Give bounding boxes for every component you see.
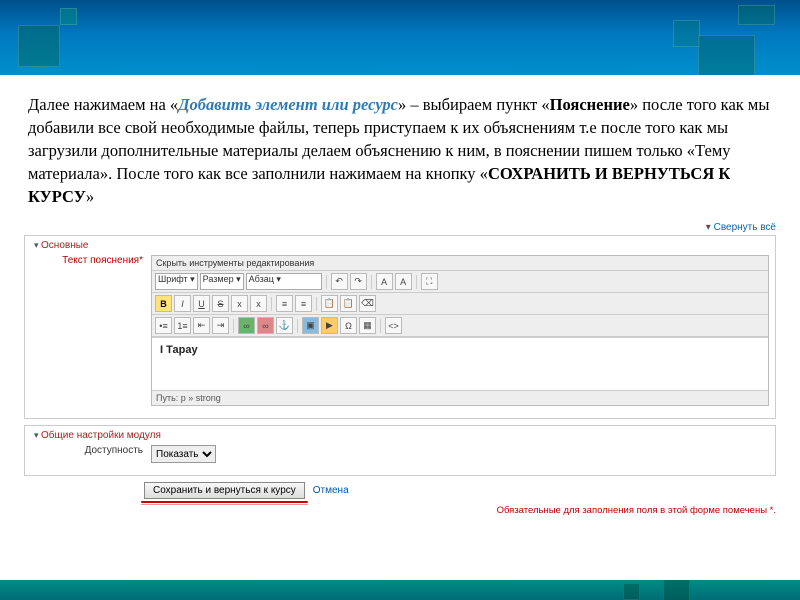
html-icon[interactable]: <>: [385, 317, 402, 334]
save-return-button[interactable]: Сохранить и вернуться к курсу: [144, 482, 305, 499]
superscript-icon[interactable]: x: [250, 295, 267, 312]
image-icon[interactable]: ▣: [302, 317, 319, 334]
bullet-list-icon[interactable]: •≡: [155, 317, 172, 334]
rich-text-editor: Скрыть инструменты редактирования Шрифт …: [151, 255, 769, 406]
anchor-icon[interactable]: ⚓: [276, 317, 293, 334]
font-size-select[interactable]: Размер ▾: [200, 273, 244, 290]
media-icon[interactable]: ▶: [321, 317, 338, 334]
cancel-link[interactable]: Отмена: [313, 485, 349, 496]
indent-icon[interactable]: ⇥: [212, 317, 229, 334]
table-icon[interactable]: ▦: [359, 317, 376, 334]
underline-icon[interactable]: U: [193, 295, 210, 312]
availability-select[interactable]: Показать: [151, 445, 216, 463]
label-explanation-text: Текст пояснения*: [33, 255, 151, 266]
fieldset-module-settings: Общие настройки модуля Доступность Показ…: [24, 425, 776, 476]
editor-path: Путь: p » strong: [152, 391, 768, 405]
editor-toolbar-row-1: Шрифт ▾ Размер ▾ Абзац ▾ ↶ ↷ A A ⛶: [152, 271, 768, 293]
fullscreen-icon[interactable]: ⛶: [421, 273, 438, 290]
paste-text-icon[interactable]: 📋: [340, 295, 357, 312]
editor-content-area[interactable]: І Тарау: [152, 337, 768, 391]
format-select[interactable]: Абзац ▾: [246, 273, 322, 290]
text: Далее нажимаем на «: [28, 95, 178, 114]
text: » – выбираем пункт «: [398, 95, 550, 114]
form-buttons: Сохранить и вернуться к курсу Отмена: [144, 482, 776, 499]
undo-icon[interactable]: ↶: [331, 273, 348, 290]
bold-icon[interactable]: B: [155, 295, 172, 312]
align-center-icon[interactable]: ≡: [295, 295, 312, 312]
italic-icon[interactable]: I: [174, 295, 191, 312]
legend-module[interactable]: Общие настройки модуля: [31, 430, 164, 441]
instruction-paragraph: Далее нажимаем на «Добавить элемент или …: [0, 75, 800, 218]
collapse-all-link[interactable]: Свернуть всё: [24, 222, 776, 233]
clear-format-icon[interactable]: ⌫: [359, 295, 376, 312]
find-icon[interactable]: A: [376, 273, 393, 290]
font-family-select[interactable]: Шрифт ▾: [155, 273, 198, 290]
label-availability: Доступность: [33, 445, 151, 456]
required-fields-note: Обязательные для заполнения поля в этой …: [24, 505, 776, 516]
replace-icon[interactable]: A: [395, 273, 412, 290]
number-list-icon[interactable]: 1≡: [174, 317, 191, 334]
link-icon[interactable]: ∞: [238, 317, 255, 334]
text: »: [86, 187, 94, 206]
red-underline-annotation: [141, 501, 308, 503]
slide-header-banner: [0, 0, 800, 75]
paste-icon[interactable]: 📋: [321, 295, 338, 312]
slide-footer-banner: [0, 580, 800, 600]
redo-icon[interactable]: ↷: [350, 273, 367, 290]
strike-icon[interactable]: S: [212, 295, 229, 312]
outdent-icon[interactable]: ⇤: [193, 317, 210, 334]
subscript-icon[interactable]: x: [231, 295, 248, 312]
unlink-icon[interactable]: ∞: [257, 317, 274, 334]
fieldset-main: Основные Текст пояснения* Скрыть инструм…: [24, 235, 776, 419]
legend-main[interactable]: Основные: [31, 240, 91, 251]
moodle-form-screenshot: Свернуть всё Основные Текст пояснения* С…: [24, 222, 776, 516]
add-resource-link-text: Добавить элемент или ресурс: [178, 95, 398, 114]
editor-toolbar-row-3: •≡ 1≡ ⇤ ⇥ ∞ ∞ ⚓ ▣ ▶ Ω ▦ <>: [152, 315, 768, 337]
explanation-bold: Пояснение: [550, 95, 630, 114]
hide-tools-link[interactable]: Скрыть инструменты редактирования: [152, 256, 768, 271]
align-left-icon[interactable]: ≡: [276, 295, 293, 312]
editor-toolbar-row-2: B I U S x x ≡ ≡ 📋 📋 ⌫: [152, 293, 768, 315]
equation-icon[interactable]: Ω: [340, 317, 357, 334]
